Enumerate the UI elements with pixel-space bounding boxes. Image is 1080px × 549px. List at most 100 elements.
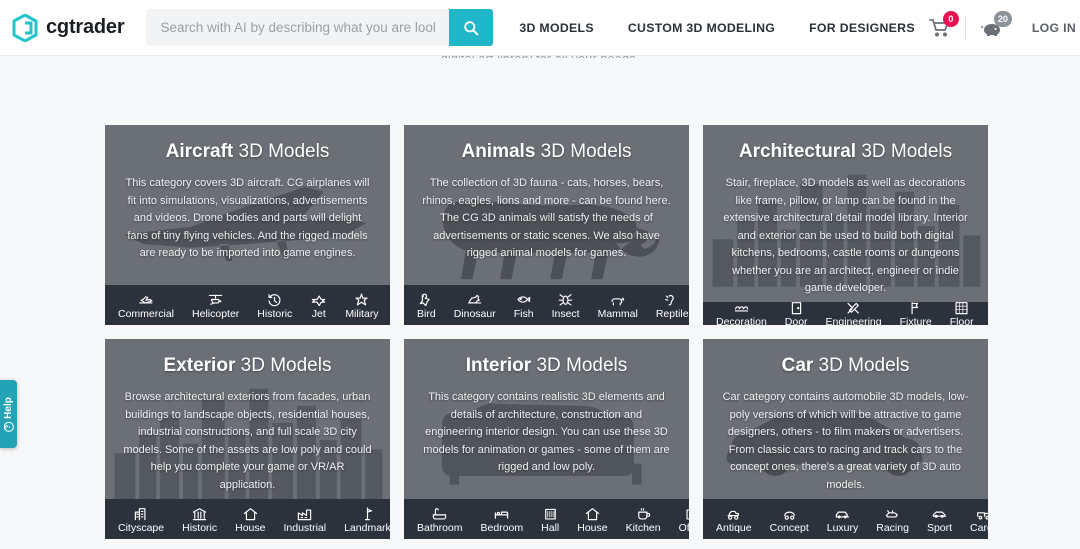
subcategory-industrial[interactable]: Industrial [274, 499, 335, 539]
card-subcategory-bar: Bathroom Bedroom Hall House Kitchen Office [404, 499, 689, 539]
subcategory-engineering[interactable]: Engineering [817, 302, 891, 325]
landmark-icon [359, 506, 376, 521]
cart-badge: 0 [942, 10, 959, 27]
subcategory-landmark[interactable]: Landmark [335, 499, 390, 539]
floor-tile-icon [953, 302, 970, 316]
subcategory-label: Fish [513, 308, 534, 320]
card-subcategory-bar: Antique Concept Luxury Racing Sport Cargo [703, 499, 988, 539]
card-subcategory-bar: Decoration Door Engineering Fixture Floor [703, 301, 988, 325]
subcategory-label: Floor [949, 316, 974, 325]
subcategory-decoration[interactable]: Decoration [707, 302, 776, 325]
subcategory-door[interactable]: Door [776, 302, 817, 325]
subcategory-bathroom[interactable]: Bathroom [408, 499, 472, 539]
subcategory-label: Reptile [655, 308, 689, 320]
subcategory-house[interactable]: House [226, 499, 274, 539]
subcategory-helicopter[interactable]: Helicopter [183, 285, 248, 325]
hall-icon [542, 506, 559, 521]
subcategory-label: House [577, 522, 608, 534]
subcategory-label: Fixture [899, 316, 932, 325]
search-button[interactable] [449, 9, 494, 46]
subcategory-bedroom[interactable]: Bedroom [472, 499, 533, 539]
subcategory-house[interactable]: House [568, 499, 616, 539]
fish-icon [515, 292, 532, 307]
search-bar[interactable] [146, 9, 494, 46]
cart-button[interactable]: 0 [915, 10, 965, 38]
category-card[interactable]: Interior 3D Models This category contains… [404, 339, 689, 539]
subcategory-historic[interactable]: Historic [173, 499, 226, 539]
category-card[interactable]: Car 3D Models Car category contains autom… [703, 339, 988, 539]
card-body: Animals 3D Models The collection of 3D fa… [404, 125, 689, 285]
bathtub-icon [431, 506, 448, 521]
coins-button[interactable]: 20 [966, 10, 1018, 38]
category-card[interactable]: Exterior 3D Models Browse architectural e… [105, 339, 390, 539]
card-subcategory-bar: Cityscape Historic House Industrial Landmark [105, 499, 390, 539]
subcategory-cityscape[interactable]: Cityscape [109, 499, 173, 539]
insect-icon [557, 292, 574, 307]
cityscape-icon [133, 506, 150, 521]
question-circle-icon: ? [3, 421, 14, 432]
jet-icon [310, 292, 327, 307]
racing-car-icon [884, 506, 901, 521]
subcategory-label: Dinosaur [453, 308, 496, 320]
commercial-plane-icon [138, 292, 155, 307]
subcategory-bird[interactable]: Bird [408, 285, 445, 325]
factory-icon [296, 506, 313, 521]
subcategory-label: Door [784, 316, 808, 325]
home-icon [242, 506, 259, 521]
help-tab[interactable]: ? Help [0, 380, 17, 448]
card-subcategory-bar: Commercial Helicopter Historic Jet Military [105, 285, 390, 325]
subcategory-office[interactable]: Office [670, 499, 689, 539]
subcategory-sport[interactable]: Sport [918, 499, 961, 539]
cgtrader-hex-logo-icon [12, 13, 38, 42]
subcategory-concept[interactable]: Concept [761, 499, 818, 539]
subcategory-mammal[interactable]: Mammal [589, 285, 647, 325]
subcategory-label: Hall [541, 522, 560, 534]
reptile-icon [664, 292, 681, 307]
home-icon [584, 506, 601, 521]
subcategory-dinosaur[interactable]: Dinosaur [445, 285, 505, 325]
nav-item-3d-models[interactable]: 3D MODELS [519, 21, 593, 35]
subcategory-floor[interactable]: Floor [941, 302, 983, 325]
card-title: Architectural 3D Models [719, 141, 972, 163]
subcategory-jet[interactable]: Jet [301, 285, 336, 325]
subcategory-luxury[interactable]: Luxury [818, 499, 868, 539]
clock-history-icon [266, 292, 283, 307]
search-icon [464, 20, 479, 35]
help-tab-label: Help [3, 396, 15, 419]
card-title-bold: Exterior [163, 355, 236, 376]
card-description: Browse architectural exteriors from faca… [123, 391, 372, 491]
subcategory-fish[interactable]: Fish [505, 285, 543, 325]
site-logo[interactable]: cgtrader [12, 13, 125, 42]
subcategory-fixture[interactable]: Fixture [891, 302, 941, 325]
card-title: Animals 3D Models [420, 141, 673, 163]
category-card[interactable]: Aircraft 3D Models This category covers 3… [105, 125, 390, 325]
subcategory-hall[interactable]: Hall [532, 499, 568, 539]
nav-item-for-designers[interactable]: FOR DESIGNERS [809, 21, 915, 35]
main-nav: 3D MODELS CUSTOM 3D MODELING FOR DESIGNE… [519, 21, 914, 35]
helicopter-icon [207, 292, 224, 307]
category-card[interactable]: Architectural 3D Models Stair, fireplace,… [703, 125, 988, 325]
category-card[interactable]: Animals 3D Models The collection of 3D fa… [404, 125, 689, 325]
subcategory-label: Cargo [970, 522, 988, 534]
card-description: Stair, fireplace, 3D models as well as d… [723, 177, 968, 294]
subcategory-historic[interactable]: Historic [248, 285, 301, 325]
subcategory-insect[interactable]: Insect [543, 285, 589, 325]
login-link[interactable]: LOG IN [1018, 21, 1076, 35]
subcategory-reptile[interactable]: Reptile [647, 285, 689, 325]
nav-item-custom-3d-modeling[interactable]: CUSTOM 3D MODELING [628, 21, 775, 35]
sport-car-icon [931, 506, 948, 521]
subcategory-label: Bedroom [480, 522, 524, 534]
subcategory-military[interactable]: Military [336, 285, 387, 325]
card-title: Exterior 3D Models [121, 355, 374, 377]
subcategory-label: Sport [926, 522, 953, 534]
card-description: Car category contains automobile 3D mode… [722, 391, 969, 491]
card-body: Architectural 3D Models Stair, fireplace,… [703, 125, 988, 302]
subcategory-label: Bathroom [417, 522, 463, 534]
subcategory-antique[interactable]: Antique [707, 499, 761, 539]
subcategory-racing[interactable]: Racing [867, 499, 918, 539]
subcategory-cargo[interactable]: Cargo [961, 499, 988, 539]
subcategory-kitchen[interactable]: Kitchen [617, 499, 670, 539]
subcategory-commercial[interactable]: Commercial [109, 285, 183, 325]
search-input[interactable] [146, 9, 450, 46]
card-title-bold: Aircraft [165, 141, 234, 162]
